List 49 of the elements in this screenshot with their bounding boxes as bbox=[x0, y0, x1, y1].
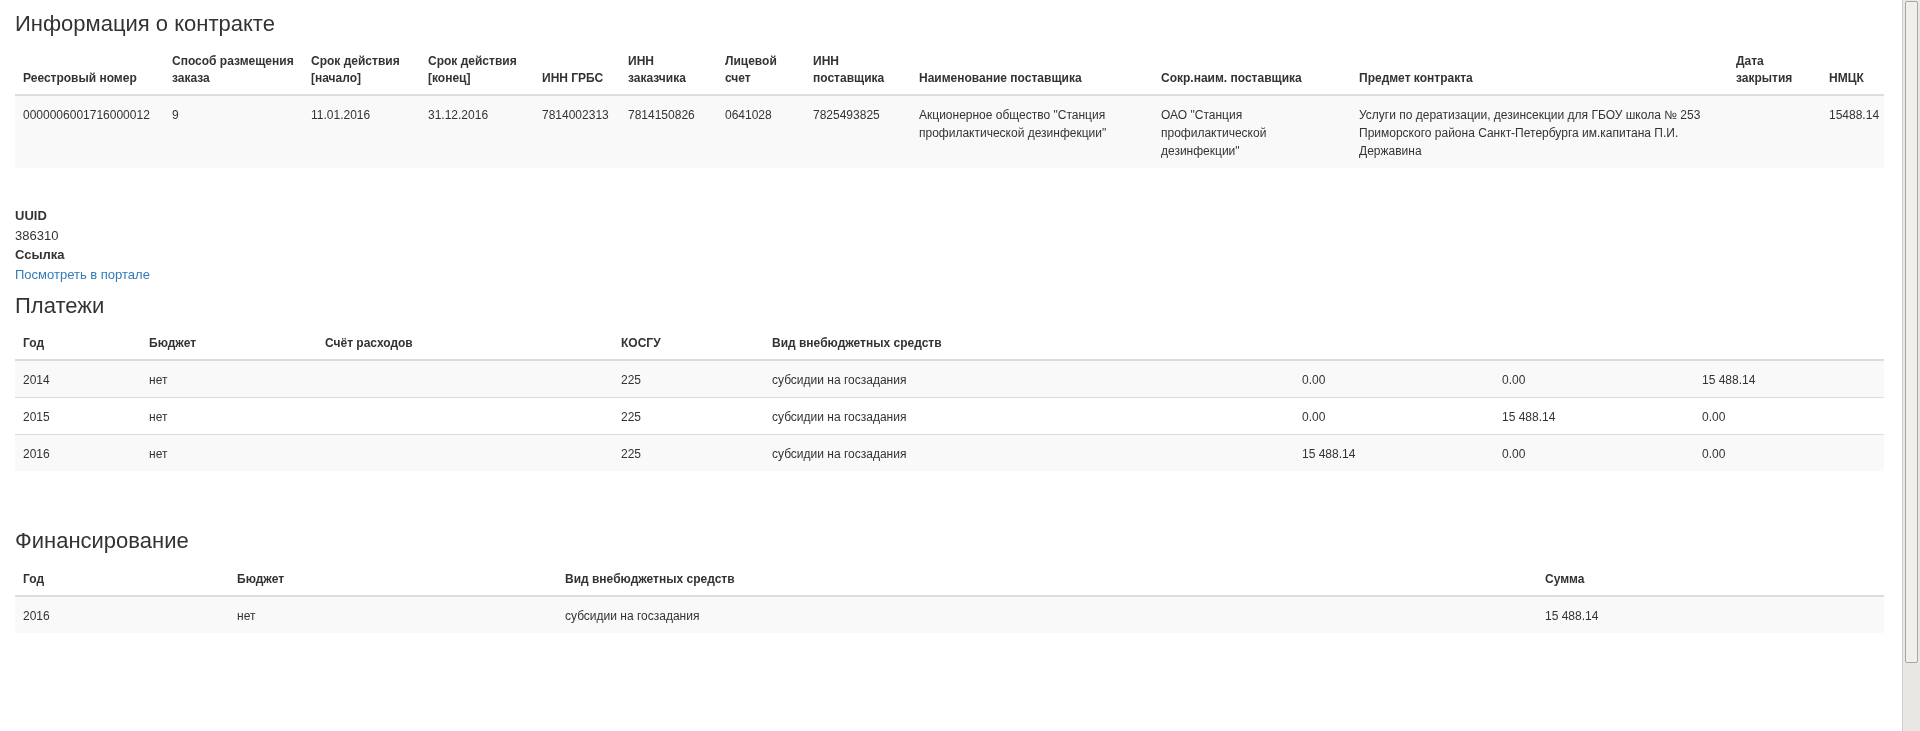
column-header: Бюджет bbox=[229, 565, 557, 596]
table-cell: 0.00 bbox=[1694, 397, 1884, 435]
field-label: UUID bbox=[15, 207, 48, 226]
table-cell: нет bbox=[229, 595, 557, 633]
table-cell: 225 bbox=[613, 397, 764, 435]
table-cell: 225 bbox=[613, 434, 764, 472]
table-cell: субсидии на госзадания bbox=[557, 595, 1537, 633]
table-cell: 2015 bbox=[15, 397, 141, 435]
table-cell: 0.00 bbox=[1494, 360, 1694, 398]
table-cell: 9 bbox=[164, 95, 303, 169]
portal-link[interactable]: Посмотреть в портале bbox=[15, 266, 150, 282]
table-cell: Акционерное общество "Станция профилактической дезинфекции" bbox=[911, 95, 1153, 169]
table-cell: 31.12.2016 bbox=[420, 95, 534, 169]
table-cell: Услуги по дератизации, дезинсекции для ГБОУ школа № 253 Приморского района Санкт-Петербурга им.капитана П.И. Державина bbox=[1351, 95, 1728, 169]
table-cell: 15488.14 bbox=[1821, 95, 1884, 169]
section-title: Информация о контракте bbox=[15, 12, 276, 37]
section-title: Финансирование bbox=[15, 529, 190, 554]
column-header: Год bbox=[15, 565, 229, 596]
field-value: 386310 bbox=[15, 226, 60, 245]
table-cell: 0.00 bbox=[1694, 434, 1884, 472]
section-title: Платежи bbox=[15, 294, 106, 319]
table-cell: субсидии на госзадания bbox=[764, 397, 1294, 435]
table-cell: 0.00 bbox=[1494, 434, 1694, 472]
table-cell: субсидии на госзадания bbox=[764, 360, 1294, 398]
table-cell: 0641028 bbox=[717, 95, 805, 169]
table-cell: субсидии на госзадания bbox=[764, 434, 1294, 472]
table-cell: 2016 bbox=[15, 595, 229, 633]
table-cell: 2014 bbox=[15, 360, 141, 398]
table-cell: 0000006001716000012 bbox=[15, 95, 164, 169]
table-cell: 7825493825 bbox=[805, 95, 911, 169]
table-cell: нет bbox=[141, 434, 317, 472]
table-cell: 225 bbox=[613, 360, 764, 398]
table-cell: 11.01.2016 bbox=[303, 95, 420, 169]
table-cell: 7814150826 bbox=[620, 95, 717, 169]
table-cell: ОАО "Станция профилактической дезинфекции" bbox=[1153, 95, 1351, 169]
table-cell: нет bbox=[141, 360, 317, 398]
table-cell: 15 488.14 bbox=[1537, 595, 1884, 633]
table-cell: 7814002313 bbox=[534, 95, 620, 169]
field-label: Ссылка bbox=[15, 246, 66, 265]
table-cell: 0.00 bbox=[1294, 360, 1494, 398]
scrollbar[interactable] bbox=[1902, 0, 1920, 731]
table-cell: 0.00 bbox=[1294, 397, 1494, 435]
column-header: Сумма bbox=[1537, 565, 1884, 596]
column-header: Вид внебюджетных средств bbox=[557, 565, 1537, 596]
table-cell: 2016 bbox=[15, 434, 141, 472]
table-cell: 15 488.14 bbox=[1494, 397, 1694, 435]
table-cell: 15 488.14 bbox=[1694, 360, 1884, 398]
table-cell: 15 488.14 bbox=[1294, 434, 1494, 472]
table-cell: нет bbox=[141, 397, 317, 435]
